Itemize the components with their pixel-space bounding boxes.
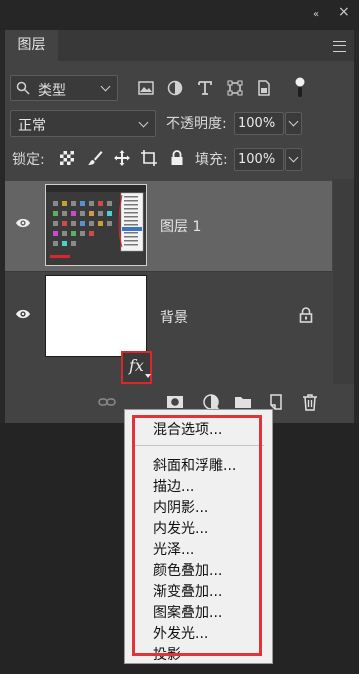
- lock-position-icon[interactable]: [113, 149, 131, 167]
- link-layers-icon[interactable]: [97, 392, 117, 412]
- blend-mode-value: 正常: [18, 118, 46, 134]
- lock-artboard-icon[interactable]: [140, 149, 158, 167]
- lock-image-pixels-icon[interactable]: [86, 149, 104, 167]
- layers-scrollbar[interactable]: [333, 179, 354, 384]
- lock-label: 锁定:: [12, 152, 45, 168]
- add-layer-style-icon[interactable]: fx: [121, 351, 152, 384]
- lock-icon[interactable]: [299, 307, 313, 323]
- layer-thumbnail-image: [46, 185, 146, 265]
- opacity-label: 不透明度:: [166, 116, 227, 132]
- layer-row-layer1[interactable]: 图层 1: [5, 181, 332, 272]
- chevron-down-icon: [288, 116, 299, 127]
- opacity-field[interactable]: 100%: [234, 112, 284, 135]
- layers-list: 图层 1 背景: [5, 179, 332, 384]
- tab-layers[interactable]: 图层: [5, 30, 58, 61]
- fill-field[interactable]: 100%: [234, 148, 284, 171]
- lock-transparent-pixels-icon[interactable]: [58, 149, 76, 167]
- fill-label: 填充:: [195, 152, 228, 168]
- window-topbar: « ×: [0, 0, 359, 30]
- shape-filter-icon[interactable]: [226, 79, 244, 97]
- layer-name[interactable]: 背景: [160, 307, 188, 327]
- layer-thumbnail: [45, 275, 147, 357]
- eye-icon[interactable]: [15, 308, 31, 320]
- filter-toggle-icon[interactable]: [295, 77, 305, 97]
- layer-row-background[interactable]: 背景: [5, 272, 332, 362]
- layer-thumbnail: [45, 184, 147, 266]
- lock-all-icon[interactable]: [168, 149, 186, 167]
- double-chevron-left-icon[interactable]: «: [313, 9, 319, 20]
- chevron-down-icon: [288, 152, 299, 163]
- layers-panel: 图层 类型 正常 不透明度: 100% 锁定: 填充: 100% 图层 1 背景: [5, 30, 354, 423]
- highlight-frame: [132, 415, 262, 656]
- fill-dropdown[interactable]: [285, 148, 302, 171]
- panel-tabbar: 图层: [5, 30, 354, 61]
- delete-layer-icon[interactable]: [300, 392, 320, 412]
- filter-kind-select[interactable]: 类型: [10, 75, 118, 101]
- eye-icon[interactable]: [15, 217, 31, 229]
- fx-label: fx: [129, 356, 144, 375]
- close-icon[interactable]: ×: [338, 5, 350, 19]
- type-filter-icon[interactable]: [196, 79, 214, 97]
- panel-menu-icon[interactable]: [333, 41, 346, 52]
- blend-mode-select[interactable]: 正常: [10, 110, 156, 137]
- adjustment-filter-icon[interactable]: [166, 79, 184, 97]
- triangle-down-icon: [145, 374, 151, 378]
- layer-name[interactable]: 图层 1: [160, 216, 201, 236]
- filter-kind-label: 类型: [38, 83, 66, 99]
- search-icon: [16, 81, 30, 95]
- chevron-down-icon: [100, 81, 111, 92]
- opacity-dropdown[interactable]: [285, 112, 302, 135]
- smart-object-filter-icon[interactable]: [255, 79, 273, 97]
- image-filter-icon[interactable]: [137, 79, 155, 97]
- chevron-down-icon: [138, 117, 149, 128]
